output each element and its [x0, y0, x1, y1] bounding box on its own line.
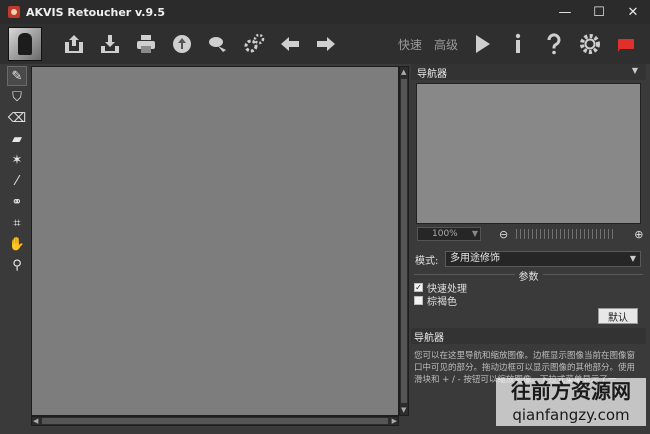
zoom-icon: ⚲ — [12, 257, 22, 273]
save-image-button[interactable] — [92, 26, 128, 62]
open-image-icon — [65, 35, 83, 53]
mode-value: 多用途修饰 — [450, 253, 500, 264]
vertical-scrollbar[interactable]: ▲ ▼ — [399, 66, 409, 416]
mode-advanced-tab[interactable]: 高级 — [428, 36, 464, 53]
default-button[interactable]: 默认 — [598, 308, 638, 324]
patch-tool[interactable]: ▰ — [7, 129, 27, 149]
help-icon — [547, 33, 561, 55]
zoom-controls: 100% ▼ ⊖ ⊕ — [411, 226, 646, 242]
minimize-button[interactable]: — — [548, 0, 582, 24]
info-button[interactable] — [500, 26, 536, 62]
mode-label: 模式: — [415, 255, 439, 267]
window-controls: — ☐ ✕ — [548, 0, 650, 24]
mode-row: 模式: 多用途修饰 ▼ — [411, 250, 646, 268]
navigator-title: 导航器 — [417, 68, 447, 80]
mode-select[interactable]: 多用途修饰 ▼ — [445, 251, 641, 267]
magic-wand-icon: ✶ — [11, 152, 23, 168]
title-bar: AKVIS Retoucher v.9.5 — ☐ ✕ — [0, 0, 650, 24]
mode-dropdown-icon: ▼ — [629, 254, 636, 263]
undo-button[interactable] — [272, 26, 308, 62]
clone-icon: ⚭ — [11, 194, 23, 210]
help-title: 导航器 — [414, 332, 444, 344]
main-toolbar: 快速 高级 — [0, 24, 650, 64]
zoom-out-icon[interactable]: ⊖ — [499, 228, 508, 241]
hand-tool[interactable]: ✋ — [7, 234, 27, 254]
watermark: 往前方资源网 qianfangzy.com — [496, 378, 646, 426]
scroll-down-arrow-icon[interactable]: ▼ — [401, 406, 406, 414]
maximize-button[interactable]: ☐ — [582, 0, 616, 24]
toolbar-right-group: 快速 高级 — [392, 24, 644, 64]
settings-button[interactable] — [572, 26, 608, 62]
close-button[interactable]: ✕ — [616, 0, 650, 24]
retouch-brush-icon: ✎ — [11, 68, 23, 84]
vertical-scroll-thumb[interactable] — [401, 79, 407, 403]
scroll-right-arrow-icon[interactable]: ▶ — [392, 417, 397, 425]
zoom-in-icon[interactable]: ⊕ — [634, 228, 643, 241]
mode-fast-tab[interactable]: 快速 — [392, 36, 428, 53]
app-icon — [8, 6, 20, 18]
info-icon — [515, 33, 521, 53]
smart-brush-icon: ⁄ — [15, 173, 19, 189]
news-icon — [618, 39, 634, 52]
scroll-left-arrow-icon[interactable]: ◀ — [33, 417, 38, 425]
scroll-up-arrow-icon[interactable]: ▲ — [401, 68, 406, 76]
run-button[interactable] — [464, 26, 500, 62]
run-icon — [476, 35, 490, 53]
open-image-button[interactable] — [56, 26, 92, 62]
akvis-logo — [8, 27, 42, 61]
help-button[interactable] — [536, 26, 572, 62]
zoom-dropdown-icon: ▼ — [471, 229, 478, 238]
share-icon — [173, 35, 191, 53]
undo-arrow-icon — [281, 37, 299, 51]
patch-icon: ▰ — [12, 131, 22, 147]
share-button[interactable] — [164, 26, 200, 62]
navigator-header[interactable]: 导航器 ▼ — [411, 64, 646, 80]
crop-tool[interactable]: ⌗ — [7, 213, 27, 233]
zoom-value: 100% — [432, 229, 458, 239]
stamp-tool[interactable]: ⛉ — [7, 87, 27, 107]
plugins-icon — [244, 33, 265, 53]
fast-processing-checkbox[interactable]: ✓ — [414, 283, 423, 292]
print-icon — [137, 35, 155, 53]
crop-icon: ⌗ — [13, 215, 21, 231]
batch-icon — [209, 37, 226, 52]
settings-icon — [580, 34, 600, 54]
zoom-slider[interactable] — [516, 229, 617, 239]
clone-tool[interactable]: ⚭ — [7, 192, 27, 212]
eraser-tool[interactable]: ⌫ — [7, 108, 27, 128]
image-canvas[interactable] — [31, 66, 399, 416]
eraser-icon: ⌫ — [7, 110, 27, 126]
sepia-checkbox[interactable] — [414, 296, 423, 305]
tools-panel: ✎ ⛉ ⌫ ▰ ✶ ⁄ ⚭ ⌗ ✋ ⚲ — [6, 66, 28, 276]
retouch-brush-tool[interactable]: ✎ — [7, 66, 27, 86]
horizontal-scroll-thumb[interactable] — [42, 418, 388, 424]
smart-brush-tool[interactable]: ⁄ — [7, 171, 27, 191]
print-button[interactable] — [128, 26, 164, 62]
window-title: AKVIS Retoucher v.9.5 — [26, 5, 165, 19]
hand-icon: ✋ — [8, 236, 26, 252]
zoom-select[interactable]: 100% ▼ — [417, 227, 481, 241]
help-header: 导航器 — [411, 328, 646, 344]
redo-button[interactable] — [308, 26, 344, 62]
magic-wand-tool[interactable]: ✶ — [7, 150, 27, 170]
save-image-icon — [101, 35, 119, 53]
horizontal-scrollbar[interactable]: ◀ ▶ — [31, 416, 399, 426]
batch-button[interactable] — [200, 26, 236, 62]
navigator-preview[interactable] — [416, 83, 641, 224]
redo-arrow-icon — [317, 37, 335, 51]
sepia-label: 棕褐色 — [427, 297, 457, 308]
watermark-line2: qianfangzy.com — [496, 404, 646, 426]
right-panel: 导航器 ▼ 100% ▼ ⊖ ⊕ 模式: 多用途修饰 ▼ 参数 ✓ 快速处理 棕… — [411, 64, 646, 430]
watermark-line1: 往前方资源网 — [496, 378, 646, 404]
chevron-down-icon[interactable]: ▼ — [632, 66, 638, 75]
sepia-option[interactable]: 棕褐色 — [414, 293, 457, 308]
plugins-button[interactable] — [236, 26, 272, 62]
stamp-icon: ⛉ — [12, 89, 22, 105]
zoom-tool[interactable]: ⚲ — [7, 255, 27, 275]
news-button[interactable] — [608, 26, 644, 62]
